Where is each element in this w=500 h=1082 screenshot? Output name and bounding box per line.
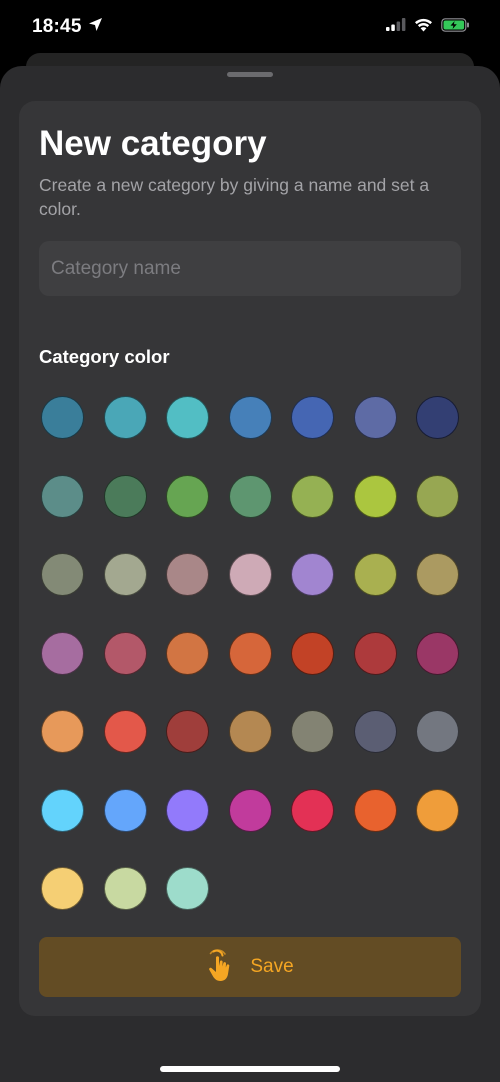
page-title: New category (39, 124, 267, 163)
color-swatch[interactable] (416, 710, 459, 753)
color-swatch[interactable] (103, 631, 147, 675)
color-swatch[interactable] (166, 396, 209, 439)
color-swatch[interactable] (228, 474, 272, 518)
save-button[interactable]: Save (39, 937, 461, 997)
color-swatch[interactable] (103, 710, 147, 753)
sheet-grabber-handle[interactable] (227, 72, 273, 77)
status-time: 18:45 (32, 16, 82, 37)
color-swatch[interactable] (416, 788, 459, 832)
battery-charging-icon (441, 17, 470, 37)
color-swatch[interactable] (416, 553, 459, 596)
color-swatch[interactable] (103, 867, 147, 910)
color-swatch[interactable] (228, 631, 272, 675)
color-swatch[interactable] (291, 474, 334, 518)
color-swatch[interactable] (353, 474, 397, 518)
status-left: 18:45 (32, 16, 103, 38)
wifi-icon (414, 18, 433, 37)
color-swatch[interactable] (166, 553, 209, 596)
color-swatch[interactable] (228, 553, 272, 596)
location-arrow-icon (88, 17, 103, 37)
color-swatch[interactable] (41, 631, 84, 675)
home-indicator (160, 1066, 340, 1072)
color-swatch[interactable] (41, 788, 84, 832)
color-swatch[interactable] (41, 867, 84, 910)
color-swatch[interactable] (353, 788, 397, 832)
color-swatch[interactable] (416, 396, 459, 439)
color-swatch[interactable] (103, 788, 147, 832)
color-swatch[interactable] (41, 710, 84, 753)
color-swatch[interactable] (353, 710, 397, 753)
color-swatch[interactable] (41, 553, 84, 596)
status-right (386, 17, 470, 37)
color-swatch[interactable] (166, 631, 209, 675)
save-button-label: Save (250, 956, 294, 977)
color-swatch[interactable] (291, 631, 334, 675)
color-swatch[interactable] (103, 474, 147, 518)
color-swatch[interactable] (228, 788, 272, 832)
color-swatch[interactable] (228, 710, 272, 753)
color-swatch[interactable] (291, 710, 334, 753)
color-swatch[interactable] (103, 553, 147, 596)
color-swatch[interactable] (291, 788, 334, 832)
color-swatch[interactable] (228, 396, 272, 439)
color-swatch[interactable] (291, 396, 334, 439)
color-swatch[interactable] (166, 710, 209, 753)
category-name-input[interactable] (39, 241, 461, 296)
color-swatch[interactable] (103, 396, 147, 439)
page-subtitle: Create a new category by giving a name a… (39, 175, 430, 219)
color-swatch[interactable] (353, 553, 397, 596)
color-swatch[interactable] (41, 396, 84, 439)
color-swatch[interactable] (166, 474, 209, 518)
color-swatch[interactable] (353, 396, 397, 439)
color-swatch[interactable] (166, 867, 209, 910)
color-swatch[interactable] (41, 474, 84, 518)
color-swatch[interactable] (291, 553, 334, 596)
cellular-signal-icon (386, 18, 406, 36)
category-color-label: Category color (39, 346, 170, 367)
tap-hand-icon (206, 948, 236, 986)
color-swatch[interactable] (353, 631, 397, 675)
color-swatch[interactable] (166, 788, 209, 832)
status-bar: 18:45 (0, 0, 500, 54)
color-swatch[interactable] (416, 631, 459, 675)
color-swatch[interactable] (416, 474, 459, 518)
